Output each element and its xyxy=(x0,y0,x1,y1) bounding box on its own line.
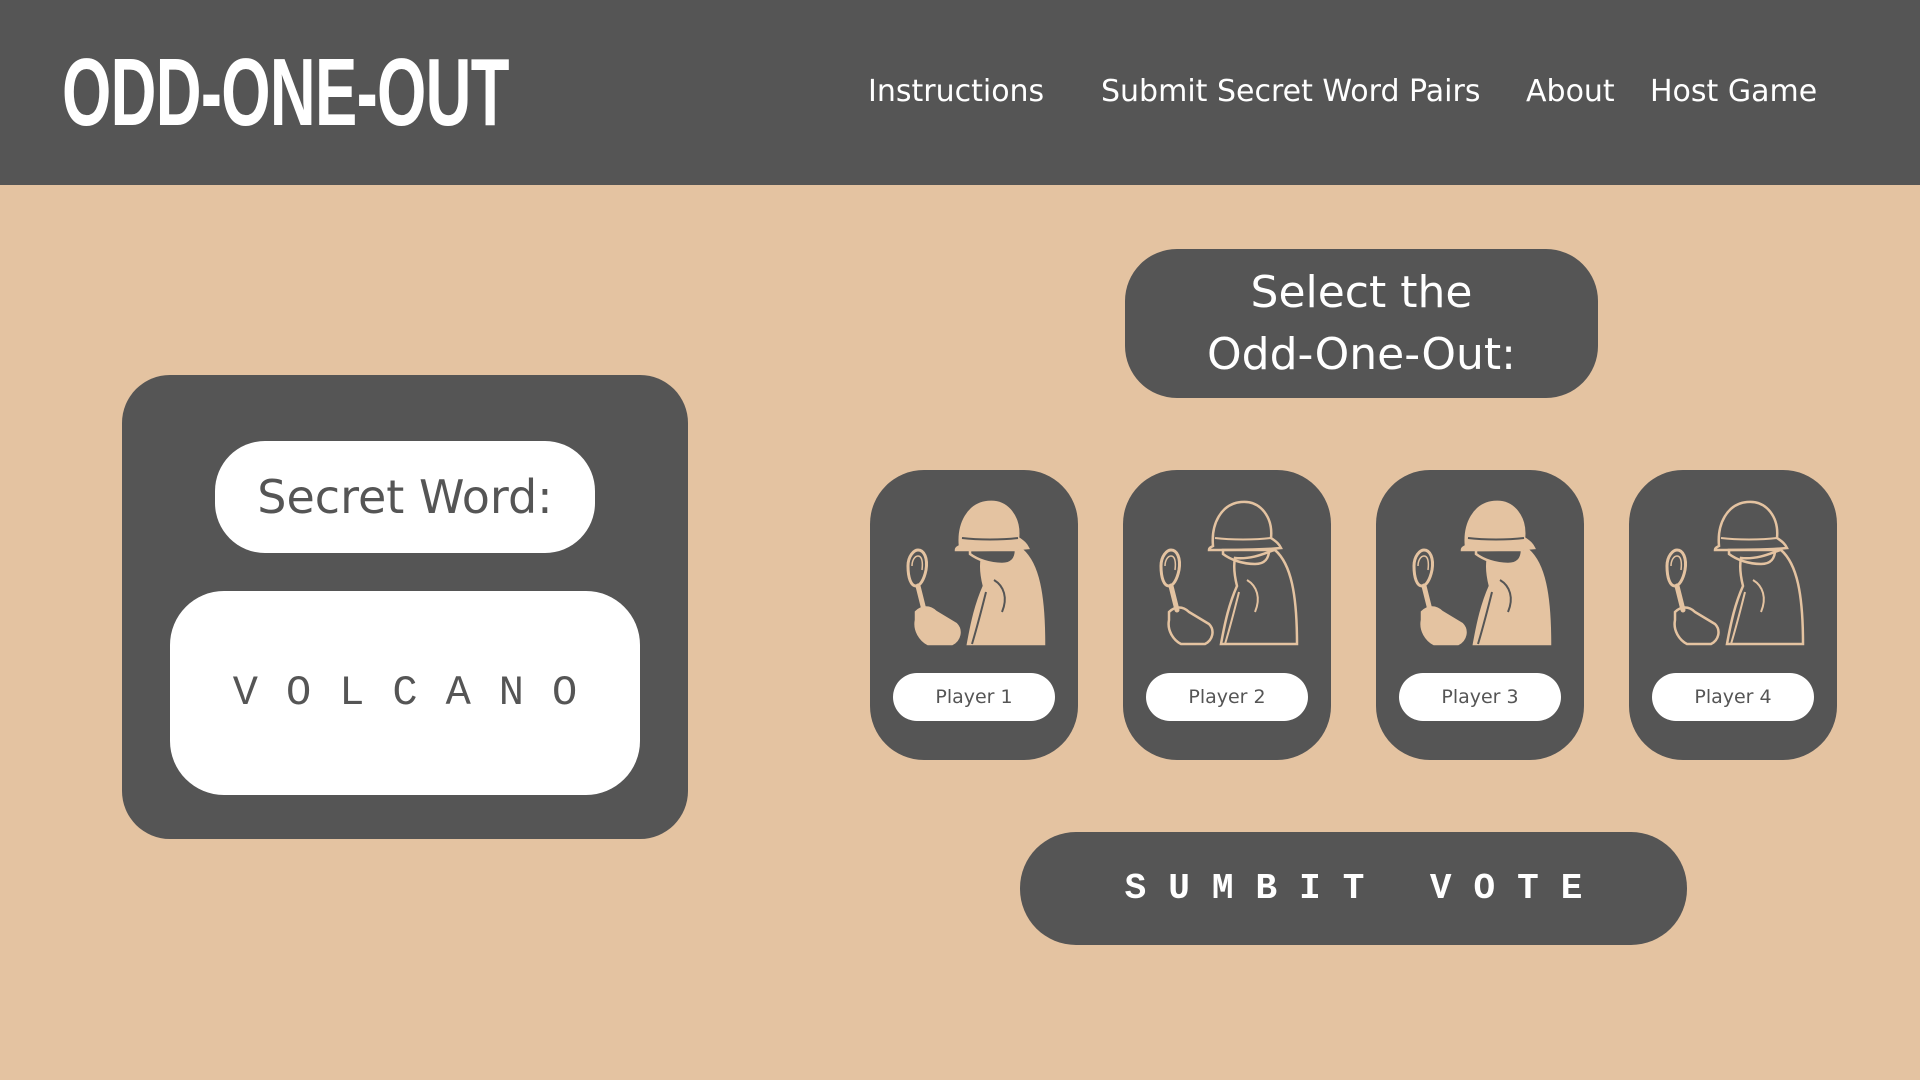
nav-link-instructions[interactable]: Instructions xyxy=(868,72,1044,112)
secret-word-label-box: Secret Word: xyxy=(215,441,595,553)
submit-vote-button[interactable]: SUMBIT VOTE xyxy=(1020,832,1687,945)
top-navigation-bar: ODD-ONE-OUT Instructions Submit Secret W… xyxy=(0,0,1920,185)
player-card-4[interactable]: Player 4 xyxy=(1629,470,1837,760)
secret-word-panel: Secret Word: VOLCANO xyxy=(122,375,688,839)
player-name: Player 3 xyxy=(1441,686,1519,708)
player-name-pill: Player 2 xyxy=(1146,673,1308,721)
detective-icon xyxy=(1665,500,1805,646)
player-name-pill: Player 3 xyxy=(1399,673,1561,721)
nav-link-about[interactable]: About xyxy=(1526,72,1615,112)
player-card-1[interactable]: Player 1 xyxy=(870,470,1078,760)
secret-word-label: Secret Word: xyxy=(257,470,553,524)
detective-icon xyxy=(1159,500,1299,646)
vote-prompt: Select the Odd-One-Out: xyxy=(1125,249,1598,398)
player-name: Player 1 xyxy=(935,686,1013,708)
nav-link-host-game[interactable]: Host Game xyxy=(1650,72,1817,112)
player-card-2[interactable]: Player 2 xyxy=(1123,470,1331,760)
submit-vote-label: SUMBIT VOTE xyxy=(1124,868,1605,909)
secret-word-value: VOLCANO xyxy=(232,669,606,717)
player-name: Player 2 xyxy=(1188,686,1266,708)
player-name-pill: Player 1 xyxy=(893,673,1055,721)
site-logo[interactable]: ODD-ONE-OUT xyxy=(62,38,509,148)
player-name: Player 4 xyxy=(1694,686,1772,708)
player-name-pill: Player 4 xyxy=(1652,673,1814,721)
vote-prompt-line-1: Select the xyxy=(1250,266,1473,318)
detective-icon xyxy=(1412,500,1552,646)
nav-link-submit-secret-word-pairs[interactable]: Submit Secret Word Pairs xyxy=(1101,72,1480,112)
detective-icon xyxy=(906,500,1046,646)
vote-prompt-line-2: Odd-One-Out: xyxy=(1207,328,1516,380)
secret-word-box: VOLCANO xyxy=(170,591,640,795)
player-card-3[interactable]: Player 3 xyxy=(1376,470,1584,760)
